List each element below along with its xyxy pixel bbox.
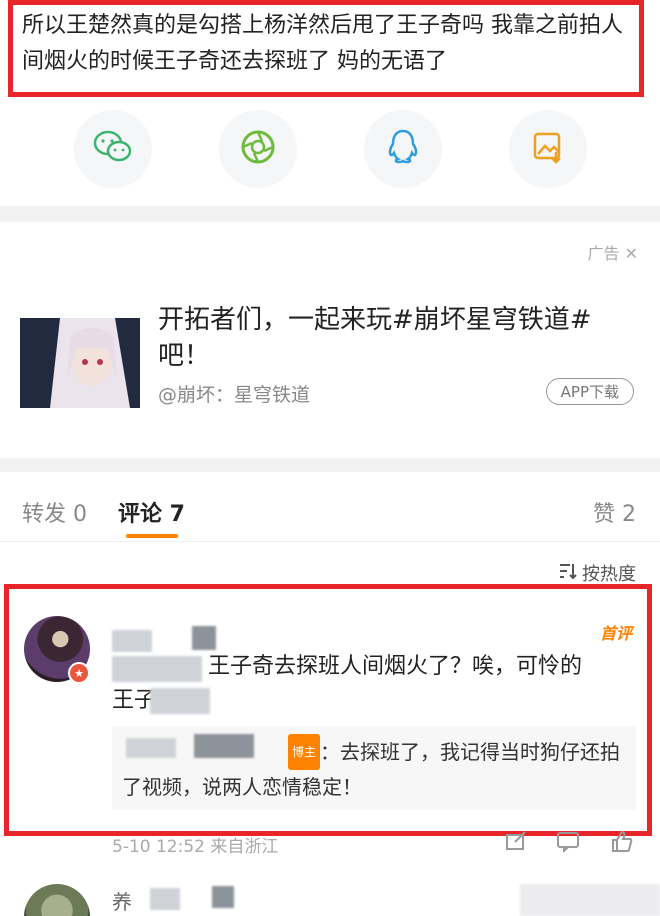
section-divider <box>0 458 660 472</box>
app-download-button[interactable]: APP下载 <box>545 378 634 405</box>
sort-by-hot-button[interactable]: 按热度 <box>558 560 636 586</box>
share-moments-button[interactable] <box>219 110 297 188</box>
ad-tag[interactable]: 广告 ✕ <box>587 240 638 264</box>
save-image-icon <box>531 130 565 168</box>
like-icon[interactable] <box>610 830 634 852</box>
share-icon[interactable] <box>504 830 528 852</box>
tab-likes[interactable]: 赞 2 <box>593 496 636 528</box>
sort-label: 按热度 <box>582 564 636 585</box>
save-image-button[interactable] <box>509 110 587 188</box>
tab-repost[interactable]: 转发 0 <box>22 496 87 528</box>
share-qq-button[interactable] <box>364 110 442 188</box>
share-wechat-button[interactable] <box>74 110 152 188</box>
tab-divider <box>0 541 660 542</box>
commenter-name[interactable]: 养 <box>112 886 132 915</box>
qq-icon <box>386 128 420 170</box>
moments-icon <box>240 129 276 169</box>
blurred-username <box>150 888 180 910</box>
commenter-avatar[interactable] <box>24 884 90 916</box>
tab-comments[interactable]: 评论 7 <box>118 496 185 528</box>
comment-tabs: 转发 0 评论 7 赞 2 <box>0 480 660 542</box>
post-highlight-box <box>8 0 644 97</box>
wechat-icon <box>93 130 133 168</box>
blurred-corner <box>520 884 660 916</box>
ad-label: 广告 <box>587 244 620 263</box>
section-divider <box>0 206 660 222</box>
ad-source[interactable]: @崩坏：星穹铁道 <box>158 380 310 407</box>
comment-highlight-box <box>4 584 652 836</box>
active-tab-indicator <box>126 534 178 538</box>
ad-card[interactable]: 广告 ✕ 开拓者们，一起来玩#崩坏星穹铁道#吧！ @崩坏：星穹铁道 APP下载 <box>0 222 660 458</box>
blurred-username <box>212 886 234 908</box>
ad-title[interactable]: 开拓者们，一起来玩#崩坏星穹铁道#吧！ <box>158 302 628 374</box>
ad-thumbnail[interactable] <box>20 318 140 408</box>
share-row <box>0 110 660 190</box>
comment-meta: 5-10 12:52 来自浙江 <box>112 837 279 857</box>
comment-icon[interactable] <box>556 830 580 854</box>
close-icon[interactable]: ✕ <box>625 244 638 263</box>
sort-icon <box>558 562 578 585</box>
